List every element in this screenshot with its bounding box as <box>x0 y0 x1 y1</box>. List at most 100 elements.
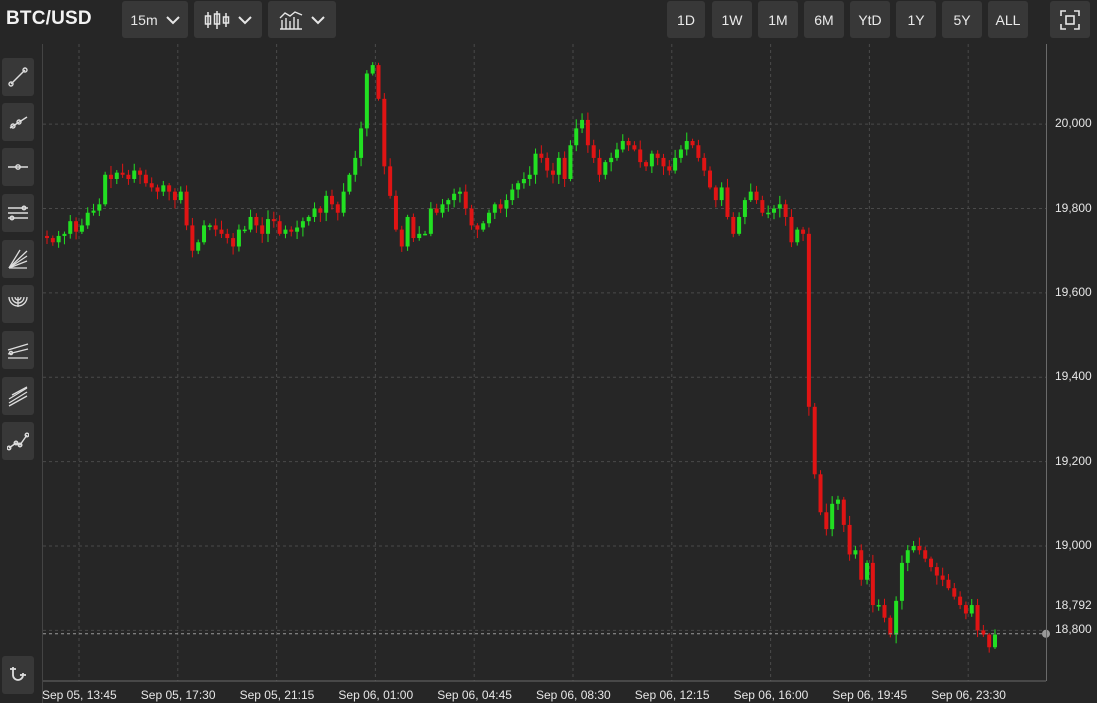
candle-body <box>457 191 462 194</box>
x-tick-label: Sep 06, 01:00 <box>338 688 414 702</box>
candle-body <box>213 225 218 230</box>
candle-body <box>876 605 881 607</box>
candle-body <box>45 235 49 239</box>
candle-body <box>219 229 224 234</box>
candle-body <box>632 145 637 150</box>
x-tick-label: Sep 06, 04:45 <box>437 688 512 702</box>
y-tick-label: 19,600 <box>1055 284 1092 299</box>
candle-body <box>242 229 247 232</box>
candle-body <box>417 233 422 239</box>
y-tick-label: 19,400 <box>1055 369 1092 384</box>
candle-body <box>614 149 619 158</box>
candle-body <box>463 191 468 209</box>
y-tick-label: 19,200 <box>1055 453 1092 468</box>
candle-body <box>202 225 207 243</box>
candle-body <box>126 174 131 179</box>
candle-body <box>818 474 823 513</box>
candle-body <box>609 157 614 163</box>
candle-body <box>56 235 61 243</box>
candle-body <box>318 208 323 213</box>
candle-body <box>574 128 579 146</box>
candle-body <box>277 221 282 234</box>
candle-body <box>806 233 811 407</box>
candle-body <box>382 98 387 167</box>
candle-body <box>132 170 137 179</box>
candle-body <box>585 119 590 146</box>
candle-body <box>248 216 253 230</box>
candle-body <box>172 191 177 201</box>
candle-body <box>79 225 84 232</box>
candle-body <box>539 153 544 158</box>
candle-body <box>283 229 288 234</box>
candle-body <box>143 174 148 184</box>
candle-body <box>969 605 974 614</box>
candle-body <box>335 204 340 213</box>
candle-body <box>713 187 718 201</box>
candle-body <box>795 229 800 243</box>
candle-body <box>114 172 119 179</box>
price-chart[interactable] <box>0 0 1097 703</box>
candle-body <box>859 550 864 580</box>
candle-body <box>754 191 759 201</box>
candle-body <box>428 208 433 234</box>
candle-body <box>359 128 364 158</box>
candle-body <box>207 225 212 227</box>
candle-body <box>399 229 404 247</box>
candle-body <box>295 227 300 232</box>
candle-body <box>847 524 852 555</box>
candle-body <box>196 242 201 251</box>
candle-body <box>405 216 410 247</box>
candle-body <box>300 221 305 228</box>
candle-body <box>899 562 904 601</box>
candle-body <box>987 634 992 648</box>
candle-body <box>161 185 166 192</box>
candle-body <box>684 141 689 150</box>
candle-body <box>708 170 713 188</box>
x-tick-label: Sep 06, 12:15 <box>634 688 710 702</box>
candle-body <box>888 617 893 635</box>
candle-body <box>568 145 573 179</box>
candle-body <box>580 119 585 129</box>
candle-body <box>748 191 753 201</box>
candle-body <box>225 233 230 239</box>
candle-body <box>510 189 515 201</box>
candle-body <box>289 229 294 232</box>
candle-body <box>649 153 654 167</box>
candle-body <box>487 212 492 224</box>
candle-body <box>475 225 480 230</box>
candle-body <box>771 208 776 213</box>
candle-body <box>184 191 189 226</box>
y-tick-label: 18,800 <box>1055 622 1092 637</box>
candle-body <box>597 157 602 175</box>
x-tick-label: Sep 06, 16:00 <box>733 688 809 702</box>
candle-body <box>376 65 381 99</box>
candle-body <box>260 225 265 234</box>
candle-body <box>824 512 829 530</box>
candle-body <box>516 183 521 190</box>
last-price-label: 18,792 <box>1055 598 1092 612</box>
candle-body <box>853 550 858 555</box>
candle-body <box>870 562 875 606</box>
candle-body <box>929 558 934 568</box>
candle-body <box>178 191 183 201</box>
candle-body <box>312 208 317 217</box>
candle-body <box>498 204 503 209</box>
candle-body <box>341 191 346 213</box>
candle-body <box>440 204 445 213</box>
candle-body <box>231 238 236 247</box>
candle-body <box>138 170 143 175</box>
y-tick-label: 19,800 <box>1055 200 1092 215</box>
candle-body <box>481 223 486 230</box>
x-tick-label: Sep 05, 21:15 <box>239 688 315 702</box>
candle-body <box>725 187 730 217</box>
candle-body <box>993 634 997 648</box>
candle-body <box>667 166 672 171</box>
candle-body <box>975 605 980 631</box>
candle-body <box>393 195 398 230</box>
candle-body <box>801 229 806 234</box>
candle-body <box>85 212 90 226</box>
candle-body <box>527 174 532 179</box>
candle-body <box>306 216 311 222</box>
candle-body <box>353 157 358 175</box>
x-tick-label: Sep 06, 23:30 <box>931 688 1006 702</box>
